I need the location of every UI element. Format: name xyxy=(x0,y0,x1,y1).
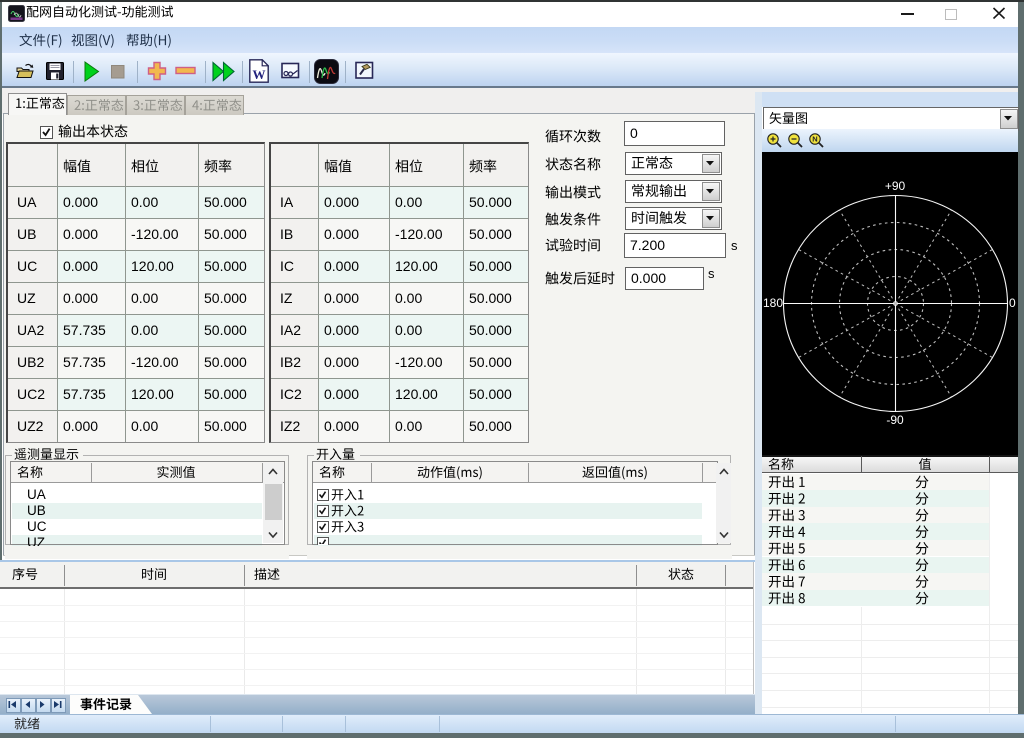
svg-text:N: N xyxy=(812,135,817,144)
svg-text:W: W xyxy=(253,67,266,82)
